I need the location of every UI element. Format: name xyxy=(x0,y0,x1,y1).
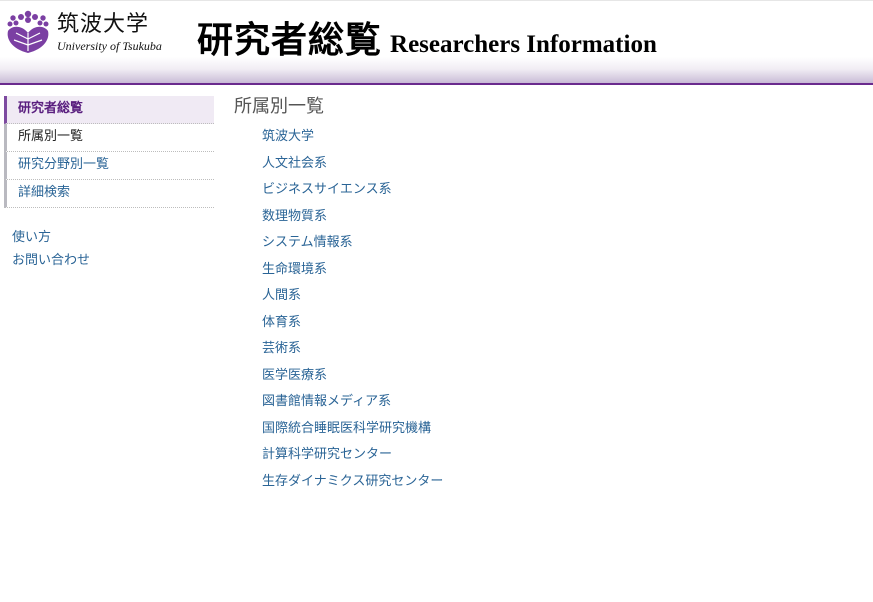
org-link[interactable]: 筑波大学 xyxy=(262,124,854,151)
sidebar-item-by-affiliation[interactable]: 所属別一覧 xyxy=(4,124,214,152)
org-link[interactable]: システム情報系 xyxy=(262,230,854,257)
org-link[interactable]: 数理物質系 xyxy=(262,204,854,231)
org-link[interactable]: 人間系 xyxy=(262,283,854,310)
org-link[interactable]: 芸術系 xyxy=(262,336,854,363)
university-logo-link[interactable]: 筑波大学 University of Tsukuba xyxy=(4,9,168,57)
org-link[interactable]: 国際統合睡眠医科学研究機構 xyxy=(262,416,854,443)
header-divider xyxy=(0,83,873,85)
page-title: 所属別一覧 xyxy=(234,96,324,117)
organization-list: 筑波大学 人文社会系 ビジネスサイエンス系 数理物質系 システム情報系 生命環境… xyxy=(262,124,854,495)
university-name-en: University of Tsukuba xyxy=(57,39,162,53)
sidebar: 研究者総覧 所属別一覧 研究分野別一覧 詳細検索 使い方 お問い合わせ xyxy=(4,96,214,272)
sidebar-item-researchers[interactable]: 研究者総覧 xyxy=(4,96,214,124)
org-link[interactable]: 計算科学研究センター xyxy=(262,442,854,469)
main-content: 所属別一覧 筑波大学 人文社会系 ビジネスサイエンス系 数理物質系 システム情報… xyxy=(234,94,854,495)
org-link[interactable]: 生命環境系 xyxy=(262,257,854,284)
org-link[interactable]: 生存ダイナミクス研究センター xyxy=(262,469,854,496)
paulownia-crest-icon xyxy=(7,10,49,53)
university-name-ja: 筑波大学 xyxy=(57,12,150,37)
org-link[interactable]: 医学医療系 xyxy=(262,363,854,390)
org-link[interactable]: ビジネスサイエンス系 xyxy=(262,177,854,204)
site-title: 研究者総覧 Researchers Information xyxy=(197,11,657,63)
site-title-ja: 研究者総覧 xyxy=(197,19,383,61)
site-header: 筑波大学 University of Tsukuba 研究者総覧 Research… xyxy=(0,0,873,85)
org-link[interactable]: 体育系 xyxy=(262,310,854,337)
sidebar-item-advanced-search[interactable]: 詳細検索 xyxy=(4,180,214,208)
how-to-use-link[interactable]: 使い方 xyxy=(12,226,214,249)
org-link[interactable]: 図書館情報メディア系 xyxy=(262,389,854,416)
org-link[interactable]: 人文社会系 xyxy=(262,151,854,178)
contact-link[interactable]: お問い合わせ xyxy=(12,249,214,272)
site-title-en: Researchers Information xyxy=(390,31,657,58)
sidebar-item-by-field[interactable]: 研究分野別一覧 xyxy=(4,152,214,180)
sidebar-links: 使い方 お問い合わせ xyxy=(4,226,214,272)
